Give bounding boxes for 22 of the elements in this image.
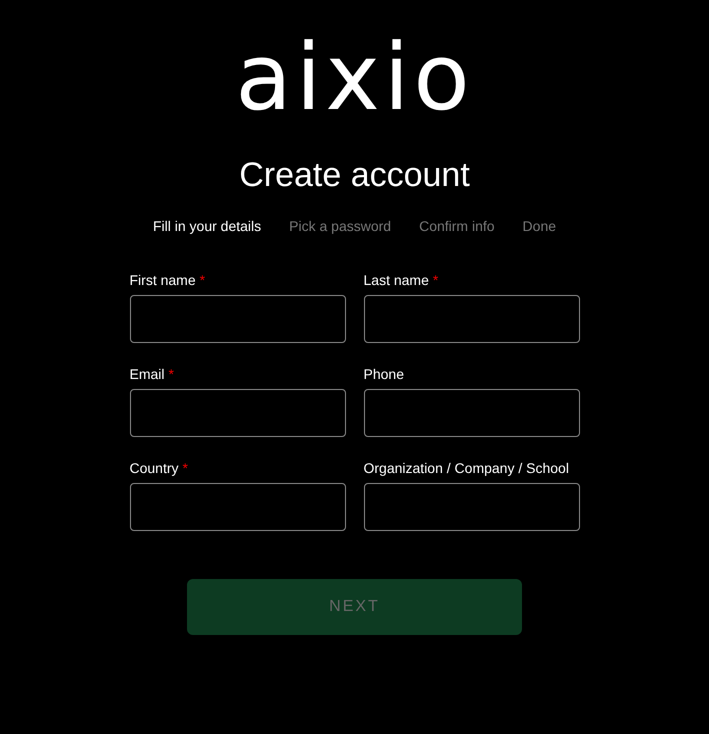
field-label: Last name — [364, 271, 429, 289]
input-field[interactable] — [364, 483, 580, 531]
step-tab[interactable]: Pick a password — [289, 217, 392, 235]
logo: aixio — [235, 32, 474, 124]
field-label: Email — [130, 365, 165, 383]
required-mark: * — [200, 271, 206, 289]
field-label: Country — [130, 459, 179, 477]
required-mark: * — [182, 459, 188, 477]
input-field[interactable] — [130, 483, 346, 531]
step-tab[interactable]: Confirm info — [419, 217, 495, 235]
field-label: First name — [130, 271, 196, 289]
required-mark: * — [432, 271, 438, 289]
input-field[interactable] — [364, 295, 580, 343]
step-tab[interactable]: Done — [522, 217, 556, 235]
input-field[interactable] — [130, 295, 346, 343]
step-tab[interactable]: Fill in your details — [152, 217, 262, 235]
required-mark: * — [168, 365, 174, 383]
field-label: Organization / Company / School — [364, 459, 569, 477]
input-field[interactable] — [364, 389, 580, 437]
page-title: Create account — [239, 155, 470, 195]
field-label: Phone — [364, 365, 404, 383]
input-field[interactable] — [130, 389, 346, 437]
